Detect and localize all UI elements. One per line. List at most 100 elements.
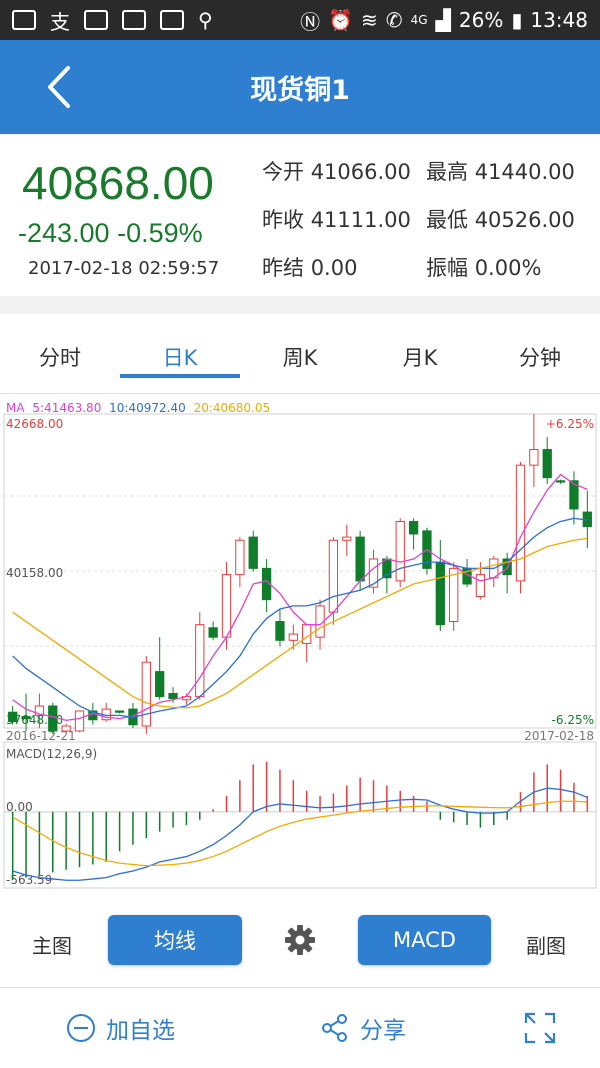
message-icon [12, 10, 36, 30]
candle-body [275, 621, 285, 641]
quote-panel: 40868.00 -243.00 -0.59% 2017-02-18 02:59… [0, 134, 600, 296]
candle-body [555, 480, 566, 483]
macd-title: MACD(12,26,9) [6, 747, 97, 761]
battery-percent: 26% [458, 8, 504, 32]
battery-icon: ▮ [511, 8, 523, 32]
alarm-icon: ⏰ [328, 8, 354, 32]
macd-button[interactable]: MACD [358, 915, 491, 965]
candle-body [355, 536, 365, 582]
app-icon [84, 10, 108, 30]
kline-chart[interactable]: MA 5:41463.80 10:40972.40 20:40680.05 42… [0, 394, 600, 894]
tab-weekly-k[interactable]: 周K [240, 342, 360, 372]
sub-chart-label: 副图 [526, 934, 566, 958]
candle-body [248, 536, 258, 569]
prev-close-value: 41111.00 [310, 208, 411, 232]
candle-body [515, 464, 526, 582]
candle-body [74, 710, 85, 732]
ma-prefix: MA [6, 401, 25, 415]
ma5-line [12, 473, 588, 722]
high-value: 41440.00 [474, 160, 575, 184]
usb-icon: ⚲ [198, 8, 213, 32]
prev-close-row: 昨收 41111.00 [262, 204, 411, 234]
low-label: 最低 [426, 208, 468, 232]
candle-body [168, 692, 178, 699]
add-watchlist-button[interactable]: 加自选 [66, 988, 175, 1068]
prev-settle-row: 昨结 0.00 [262, 252, 357, 282]
candle-body [408, 520, 419, 535]
prev-close-label: 昨收 [262, 208, 304, 232]
end-date-label: 2017-02-18 [524, 729, 594, 743]
minus-circle-icon [67, 1014, 95, 1042]
macd-group [4, 761, 596, 881]
amplitude-label: 振幅 [426, 256, 468, 280]
open-value: 41066.00 [310, 160, 411, 184]
ma10-legend: 10:40972.40 [109, 401, 186, 415]
candle-body [155, 671, 165, 698]
tab-minute[interactable]: 分钟 [480, 342, 600, 372]
high-row: 最高 41440.00 [426, 156, 575, 186]
ma-button[interactable]: 均线 [108, 915, 242, 965]
phone-icon: ✆ [385, 8, 403, 32]
divider [0, 296, 600, 314]
candle-body [8, 711, 18, 723]
ma-legend: MA 5:41463.80 10:40972.40 20:40680.05 [6, 401, 270, 415]
network-label: 4G [410, 13, 428, 27]
candle-body [208, 627, 218, 638]
open-row: 今开 41066.00 [262, 156, 411, 186]
mail-icon [160, 10, 184, 30]
fullscreen-button[interactable] [524, 988, 556, 1068]
price-change: -243.00 -0.59% [18, 218, 203, 248]
gear-icon [285, 925, 315, 955]
macd-dif-line [12, 787, 588, 881]
high-label: 最高 [426, 160, 468, 184]
share-label: 分享 [360, 1018, 406, 1044]
candle-body [435, 561, 445, 626]
mid-price-label: 40158.00 [6, 566, 63, 580]
notification-icons: 支 ⚲ [12, 6, 300, 35]
bottom-action-bar: 加自选 分享 [0, 987, 600, 1067]
candle-body [221, 574, 232, 638]
candle-body [21, 716, 31, 719]
ma20-line [12, 537, 588, 709]
low-value: 40526.00 [474, 208, 575, 232]
candle-body [302, 624, 312, 644]
candle-body [529, 449, 539, 466]
candle-body [195, 624, 205, 698]
candle-body [342, 536, 352, 541]
status-bar: 支 ⚲ Ⓝ ⏰ ≋ ✆ 4G ▟ 26% ▮ 13:48 [0, 0, 600, 40]
candle-body [542, 449, 552, 479]
nfc-icon: Ⓝ [300, 9, 321, 34]
share-button[interactable]: 分享 [320, 988, 406, 1068]
candle-body [48, 705, 58, 732]
candle-body [395, 520, 405, 582]
candle-body [235, 539, 245, 576]
quote-time: 2017-02-18 02:59:57 [28, 258, 220, 279]
macd-dea-line [12, 800, 588, 867]
ma-lines [12, 473, 588, 722]
prev-settle-label: 昨结 [262, 256, 304, 280]
candle-body [288, 633, 298, 641]
wifi-icon: ≋ [361, 8, 378, 32]
tab-monthly-k[interactable]: 月K [360, 342, 480, 372]
period-tabs: 分时 日K 周K 月K 分钟 [0, 314, 600, 394]
candle-body [114, 710, 125, 713]
ma5-legend: 5:41463.80 [32, 401, 101, 415]
tab-indicator [120, 374, 240, 378]
candle-body [449, 567, 459, 623]
candle-body [328, 539, 339, 613]
clock: 13:48 [530, 8, 588, 32]
app-bar: 现货铜1 [0, 40, 600, 134]
settings-button[interactable] [284, 924, 316, 956]
image-icon [122, 10, 146, 30]
amplitude-row: 振幅 0.00% [426, 252, 541, 282]
signal-icon: ▟ [435, 8, 451, 32]
bottom-pct-label: -6.25% [552, 713, 594, 727]
ma20-legend: 20:40680.05 [194, 401, 271, 415]
tab-intraday[interactable]: 分时 [0, 342, 120, 372]
share-icon [322, 1014, 347, 1042]
top-price-label: 42668.00 [6, 417, 63, 431]
candle-body [475, 574, 486, 598]
last-price: 40868.00 [22, 157, 214, 209]
tab-daily-k[interactable]: 日K [120, 342, 240, 372]
low-row: 最低 40526.00 [426, 204, 575, 234]
